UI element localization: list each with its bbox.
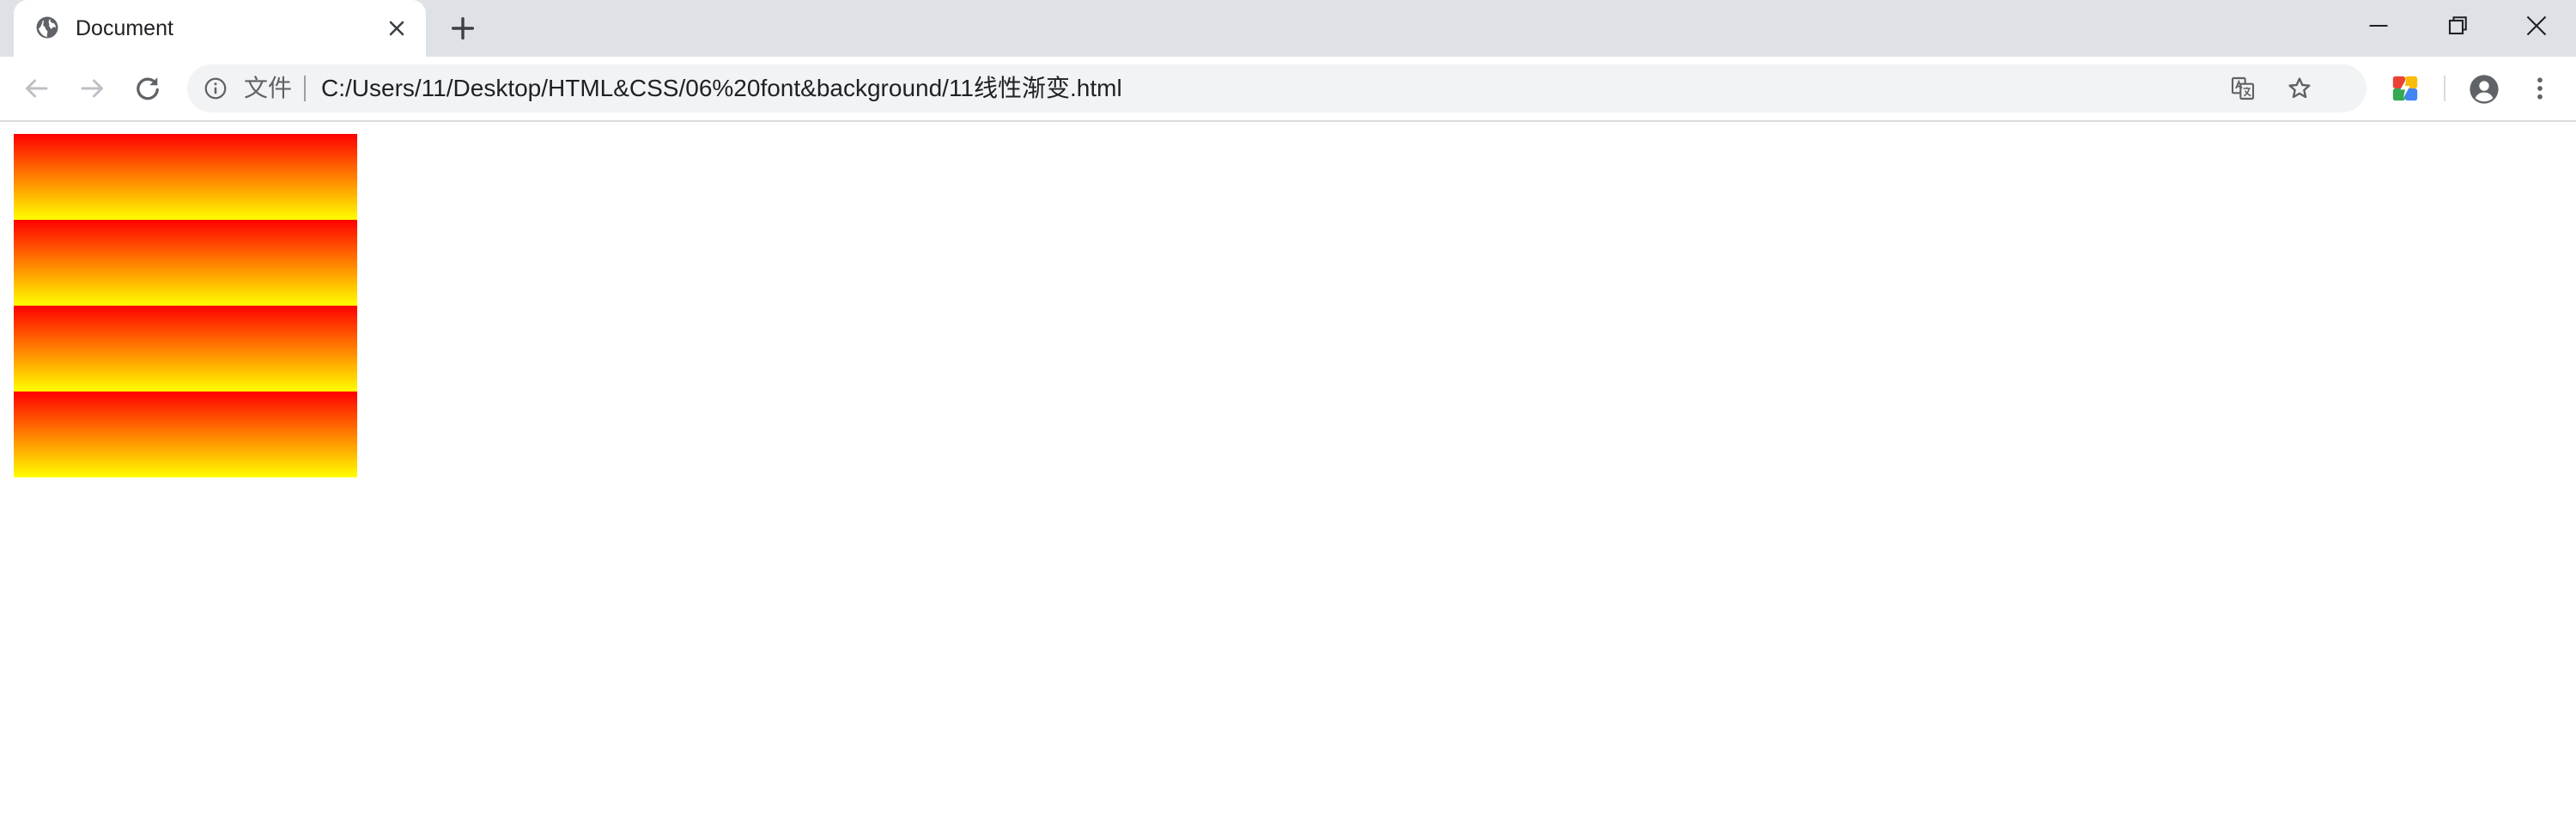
browser-window: Document 文件 C:/Users/11/Desktop/HTML&CSS…	[0, 0, 2576, 832]
forward-arrow-icon[interactable]	[77, 73, 108, 104]
close-icon[interactable]	[385, 16, 409, 40]
tab-document[interactable]: Document	[14, 0, 426, 57]
toolbar: 文件 C:/Users/11/Desktop/HTML&CSS/06%20fon…	[0, 57, 2576, 122]
scheme-divider	[304, 76, 306, 101]
url-text[interactable]: C:/Users/11/Desktop/HTML&CSS/06%20font&b…	[321, 73, 1122, 104]
tab-strip: Document	[0, 0, 2576, 57]
extension-icon[interactable]	[2391, 74, 2420, 103]
info-icon[interactable]	[203, 76, 228, 101]
kebab-menu-icon[interactable]	[2524, 73, 2555, 104]
translate-icon[interactable]	[2229, 75, 2257, 102]
star-icon[interactable]	[2286, 75, 2313, 102]
address-bar[interactable]: 文件 C:/Users/11/Desktop/HTML&CSS/06%20fon…	[187, 64, 2366, 112]
minimize-icon[interactable]	[2363, 10, 2394, 41]
globe-icon	[34, 15, 60, 40]
tab-title: Document	[76, 16, 173, 40]
back-arrow-icon[interactable]	[21, 73, 52, 104]
page-viewport	[0, 122, 2576, 832]
window-close-icon[interactable]	[2521, 10, 2552, 41]
account-icon[interactable]	[2468, 73, 2500, 106]
plus-icon[interactable]	[448, 14, 477, 43]
scheme-label: 文件	[244, 75, 293, 101]
restore-icon[interactable]	[2442, 10, 2473, 41]
toolbar-divider	[2444, 76, 2445, 101]
reload-icon[interactable]	[132, 73, 163, 104]
linear-gradient-box	[14, 134, 357, 477]
